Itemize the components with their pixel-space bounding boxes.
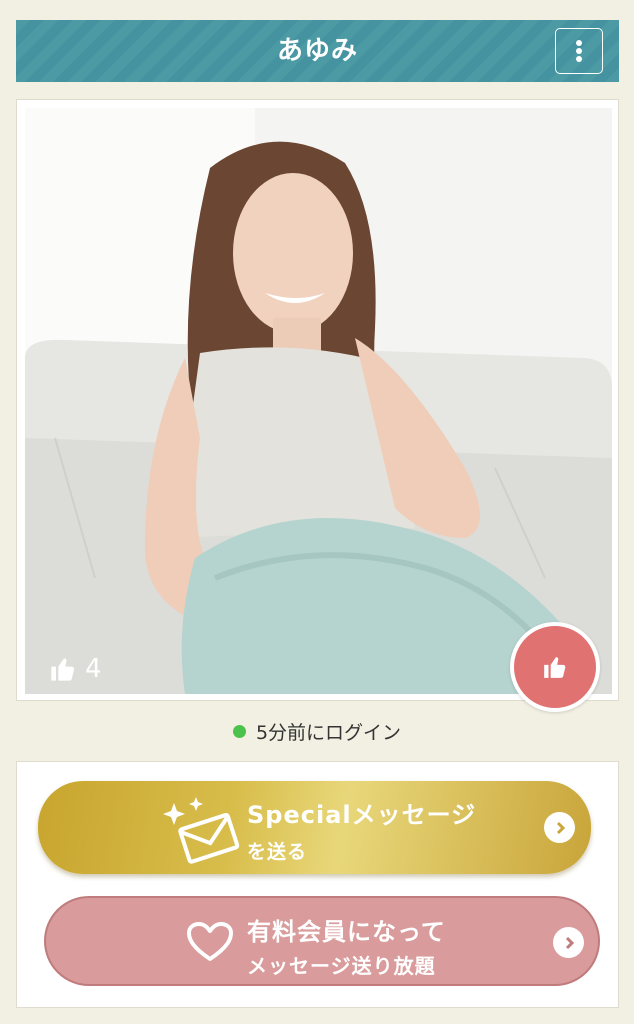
- app-header: あゆみ: [16, 20, 619, 82]
- member-button-label: 有料会員になって: [247, 918, 446, 946]
- envelope-sparkle-icon: [163, 797, 240, 864]
- send-special-message-button[interactable]: Specialメッセージ を送る: [38, 781, 591, 874]
- kebab-menu-icon: [576, 40, 582, 62]
- member-button-sublabel: メッセージ送り放題: [247, 954, 436, 978]
- thumbs-up-icon: [51, 658, 75, 681]
- action-card: Specialメッセージ を送る 有料会員になって メッセージ送り放題: [16, 761, 619, 1008]
- become-paid-member-button[interactable]: 有料会員になって メッセージ送り放題: [44, 896, 600, 986]
- chevron-right-icon: [553, 927, 584, 958]
- like-button[interactable]: [510, 622, 600, 712]
- profile-photo-illustration: [25, 108, 612, 694]
- like-count-value: 4: [85, 654, 102, 684]
- like-count: 4: [49, 654, 102, 684]
- page-title: あゆみ: [276, 36, 358, 66]
- chevron-right-icon: [544, 812, 575, 843]
- thumbs-up-icon: [544, 657, 566, 678]
- special-button-sublabel: を送る: [247, 841, 308, 863]
- special-button-label: Specialメッセージ: [247, 801, 477, 829]
- menu-button[interactable]: [555, 28, 603, 74]
- heart-icon: [187, 922, 233, 961]
- online-dot-icon: [232, 724, 246, 738]
- login-status: 5分前にログイン: [0, 716, 634, 746]
- login-status-text: 5分前にログイン: [255, 721, 402, 744]
- profile-photo[interactable]: 4: [25, 108, 612, 694]
- profile-photo-card: 4: [16, 99, 619, 701]
